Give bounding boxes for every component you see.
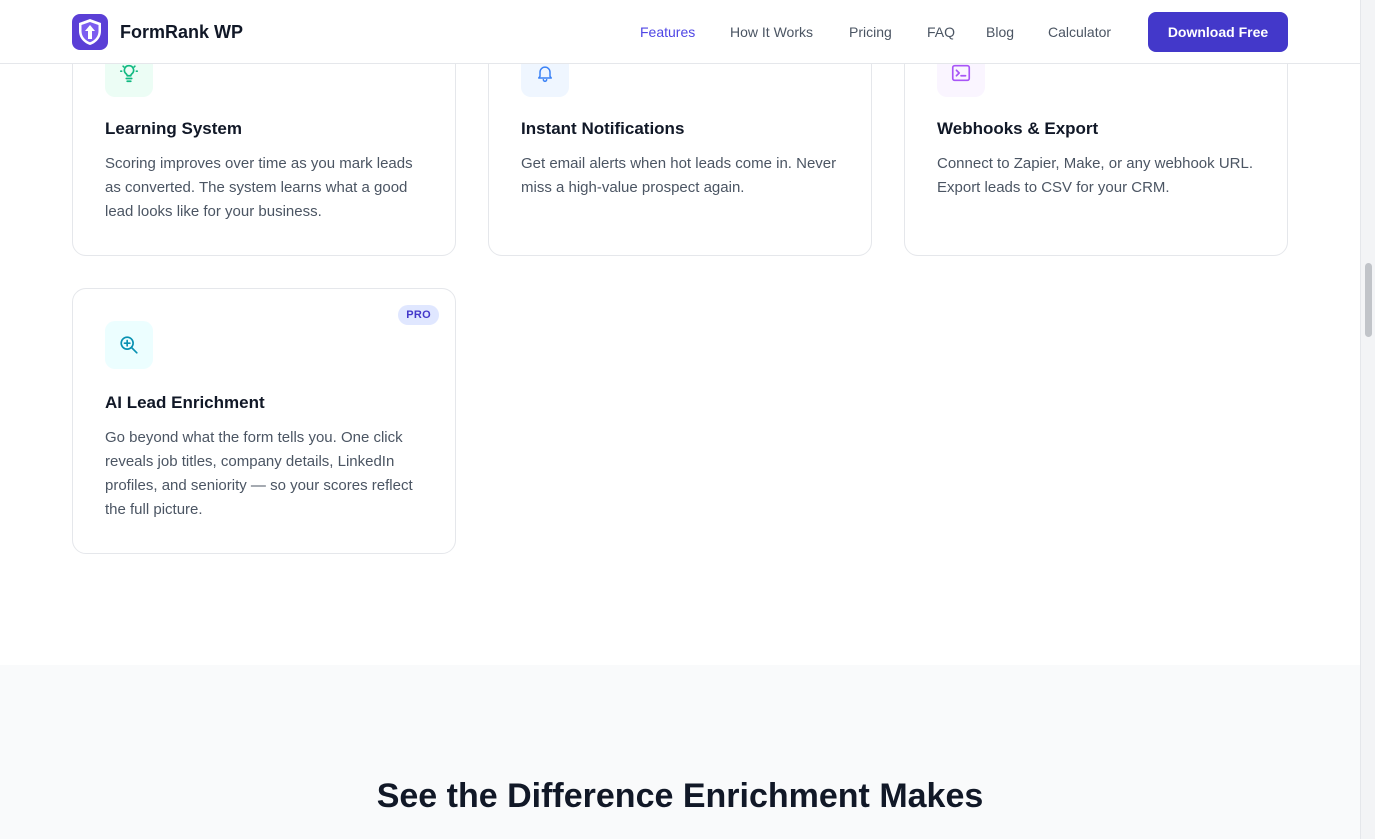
terminal-icon xyxy=(951,64,971,82)
nav-link-pricing[interactable]: Pricing xyxy=(849,24,892,40)
nav-link-calculator[interactable]: Calculator xyxy=(1048,24,1111,40)
brand-name: FormRank WP xyxy=(120,21,244,42)
icon-box xyxy=(105,321,153,369)
feature-title: AI Lead Enrichment xyxy=(105,393,265,412)
site-header: FormRank WP Features How It Works Pricin… xyxy=(0,0,1360,64)
nav-link-blog[interactable]: Blog xyxy=(986,24,1014,40)
feature-description: Get email alerts when hot leads come in.… xyxy=(521,155,837,196)
feature-title: Instant Notifications xyxy=(521,119,685,138)
feature-description: Connect to Zapier, Make, or any webhook … xyxy=(937,155,1253,196)
lightbulb-icon xyxy=(119,64,139,83)
feature-card-ai-lead-enrichment: PRO AI Lead Enrichment Go beyond what th… xyxy=(72,288,456,554)
search-plus-icon xyxy=(120,336,138,354)
brand[interactable]: FormRank WP xyxy=(72,14,243,50)
scrollbar-thumb[interactable] xyxy=(1365,263,1372,337)
feature-description: Scoring improves over time as you mark l… xyxy=(105,155,413,220)
pro-badge: PRO xyxy=(398,305,439,325)
page-viewport: Learning System Scoring improves over ti… xyxy=(0,0,1360,839)
download-free-button[interactable]: Download Free xyxy=(1148,12,1288,52)
feature-title: Learning System xyxy=(105,119,242,138)
page-scrollbar[interactable] xyxy=(1360,0,1375,839)
comparison-section: See the Difference Enrichment Makes xyxy=(0,665,1360,839)
bell-icon xyxy=(538,66,552,83)
shield-logo-icon xyxy=(72,14,108,50)
nav-link-faq[interactable]: FAQ xyxy=(927,24,955,40)
nav-link-features[interactable]: Features xyxy=(640,24,695,40)
section-heading: See the Difference Enrichment Makes xyxy=(376,777,984,815)
nav-link-how-it-works[interactable]: How It Works xyxy=(730,24,813,40)
feature-title: Webhooks & Export xyxy=(937,119,1099,138)
feature-description: Go beyond what the form tells you. One c… xyxy=(105,429,413,518)
